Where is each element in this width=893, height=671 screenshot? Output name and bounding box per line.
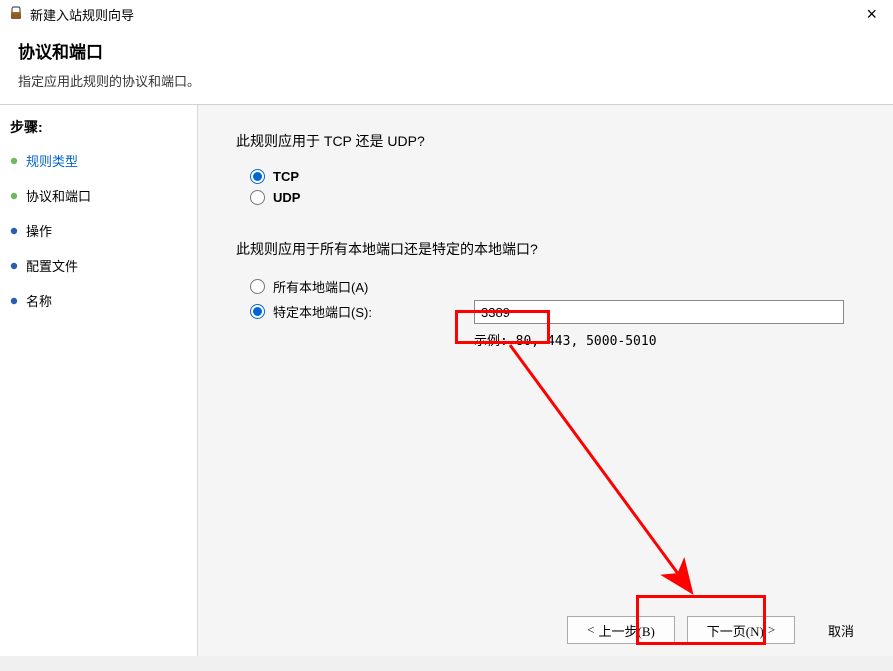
protocol-radio-group: TCP UDP [250, 169, 855, 205]
radio-specific-ports-label: 特定本地端口(S): [273, 302, 372, 321]
radio-udp-input[interactable] [250, 190, 265, 205]
radio-all-ports-label: 所有本地端口(A) [273, 277, 368, 296]
step-profile[interactable]: 配置文件 [10, 256, 187, 275]
wizard-content: 此规则应用于 TCP 还是 UDP? TCP UDP 此规则应用于所有本地端口还… [198, 105, 893, 656]
cancel-button[interactable]: 取消 [807, 616, 875, 644]
wizard-footer: < 上一步(B) 下一页(N) > 取消 [549, 604, 893, 656]
bullet-icon [10, 227, 18, 235]
wizard-header: 协议和端口 指定应用此规则的协议和端口。 [0, 28, 893, 104]
port-radio-group: 所有本地端口(A) 特定本地端口(S): 示例: 80, 443, 5000-5… [250, 277, 855, 349]
page-subtitle: 指定应用此规则的协议和端口。 [18, 71, 875, 90]
step-protocol-port[interactable]: 协议和端口 [10, 186, 187, 205]
titlebar: 新建入站规则向导 × [0, 0, 893, 28]
step-name[interactable]: 名称 [10, 291, 187, 310]
next-label: 下一页(N) [707, 621, 764, 640]
example-value: 80, 443, 5000-5010 [516, 334, 657, 349]
step-label: 规则类型 [26, 151, 78, 170]
radio-udp-label: UDP [273, 190, 300, 205]
port-input-wrap [474, 300, 855, 324]
bullet-icon [10, 157, 18, 165]
radio-tcp-label: TCP [273, 169, 299, 184]
radio-tcp[interactable]: TCP [250, 169, 855, 184]
next-button[interactable]: 下一页(N) > [687, 616, 795, 644]
window-title: 新建入站规则向导 [30, 5, 858, 24]
bullet-icon [10, 297, 18, 305]
step-label: 操作 [26, 221, 52, 240]
cancel-label: 取消 [828, 621, 854, 640]
bullet-icon [10, 262, 18, 270]
radio-udp[interactable]: UDP [250, 190, 855, 205]
radio-all-ports[interactable]: 所有本地端口(A) [250, 277, 855, 296]
step-label: 配置文件 [26, 256, 78, 275]
step-rule-type[interactable]: 规则类型 [10, 151, 187, 170]
step-action[interactable]: 操作 [10, 221, 187, 240]
bullet-icon [10, 192, 18, 200]
steps-heading: 步骤: [10, 117, 187, 137]
port-input[interactable] [474, 300, 844, 324]
app-icon [8, 6, 24, 22]
back-label: 上一步(B) [599, 621, 655, 640]
steps-sidebar: 步骤: 规则类型 协议和端口 操作 配置文件 名称 [0, 105, 198, 656]
wizard-body: 步骤: 规则类型 协议和端口 操作 配置文件 名称 此规则应用于 TCP 还是 … [0, 105, 893, 656]
question-ports: 此规则应用于所有本地端口还是特定的本地端口? [236, 239, 855, 259]
radio-specific-ports-input[interactable] [250, 304, 265, 319]
step-label: 名称 [26, 291, 52, 310]
back-button[interactable]: < 上一步(B) [567, 616, 675, 644]
port-example: 示例: 80, 443, 5000-5010 [474, 330, 855, 349]
question-protocol: 此规则应用于 TCP 还是 UDP? [236, 131, 855, 151]
chevron-left-icon: < [587, 622, 594, 638]
example-prefix: 示例: [474, 334, 516, 349]
radio-all-ports-input[interactable] [250, 279, 265, 294]
close-button[interactable]: × [858, 4, 885, 25]
chevron-right-icon: > [768, 622, 775, 638]
page-title: 协议和端口 [18, 38, 875, 63]
radio-tcp-input[interactable] [250, 169, 265, 184]
step-label: 协议和端口 [26, 186, 91, 205]
